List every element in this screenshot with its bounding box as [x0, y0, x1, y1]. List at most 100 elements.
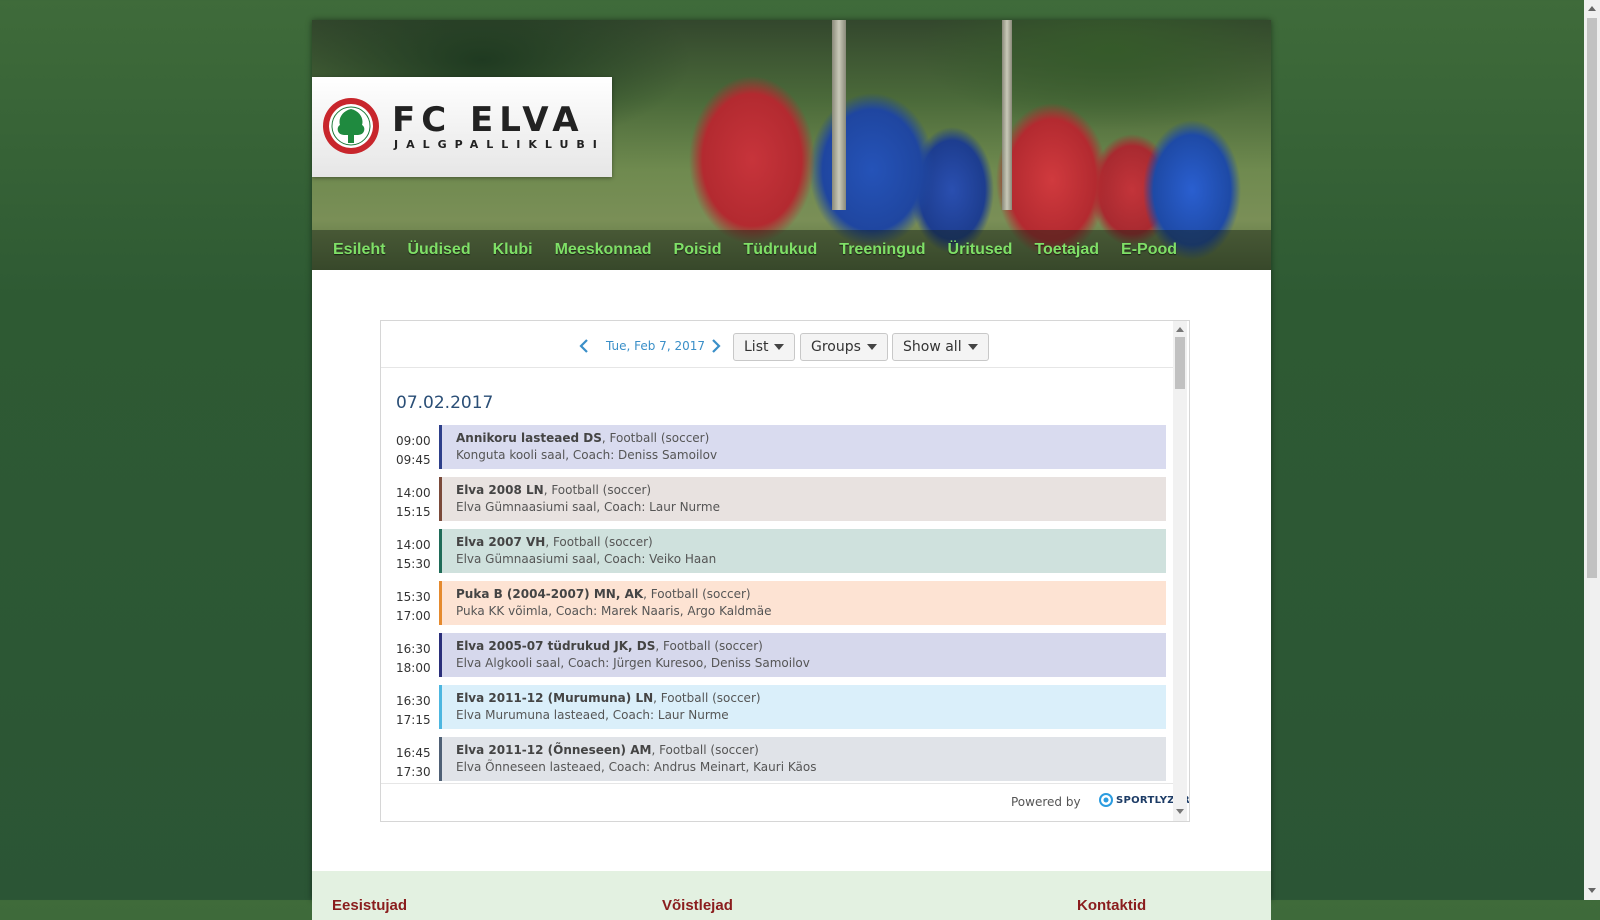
nav-item-esileht[interactable]: Esileht [333, 241, 385, 259]
event-row: 16:45 17:30 Elva 2011-12 (Õnneseen) AM, Fo… [396, 737, 1166, 781]
scroll-down-arrow-icon[interactable] [1176, 809, 1184, 814]
event-details: Elva Gümnaasiumi saal, Coach: Laur Nurme [456, 500, 720, 514]
event-row: 16:30 17:15 Elva 2011-12 (Murumuna) LN, Fo… [396, 685, 1166, 729]
banner-tree-trunk [832, 20, 846, 210]
header-banner: FC ELVA JALGPALLIKLUBI Esileht Üudised K… [312, 20, 1271, 270]
event-card[interactable]: Annikoru lasteaed DS, Football (soccer) K… [439, 425, 1166, 469]
nav-item-treeningud[interactable]: Treeningud [839, 241, 925, 259]
event-group: Puka B (2004-2007) MN, AK [456, 587, 644, 601]
current-date-label[interactable]: Tue, Feb 7, 2017 [606, 339, 705, 353]
show-dropdown[interactable]: Show all [892, 333, 989, 361]
event-title-line: Elva 2007 VH, Football (soccer) [456, 534, 1166, 551]
sportlyzer-icon [1099, 793, 1113, 807]
nav-item-uritused[interactable]: Üritused [948, 241, 1013, 259]
nav-item-poisid[interactable]: Poisid [674, 241, 722, 259]
club-emblem-icon [323, 98, 379, 154]
event-start-time: 16:30 [396, 694, 431, 708]
page-scroll-down-arrow-icon[interactable] [1588, 888, 1596, 893]
nav-item-klubi[interactable]: Klubi [493, 241, 533, 259]
groups-dropdown[interactable]: Groups [800, 333, 888, 361]
powered-by-label: Powered by [1011, 795, 1081, 809]
event-title-line: Elva 2011-12 (Murumuna) LN, Football (so… [456, 690, 1166, 707]
widget-footer: Powered by SPORTLYZER [381, 783, 1189, 821]
event-card[interactable]: Elva 2005-07 tüdrukud JK, DS, Football (… [439, 633, 1166, 677]
chevron-left-icon[interactable] [579, 339, 589, 353]
event-end-time: 17:00 [396, 609, 431, 623]
event-card[interactable]: Elva 2011-12 (Murumuna) LN, Football (so… [439, 685, 1166, 729]
event-sport: , Football (soccer) [651, 743, 759, 757]
nav-item-tudrukud[interactable]: Tüdrukud [744, 241, 818, 259]
event-group: Elva 2008 LN [456, 483, 544, 497]
event-card[interactable]: Puka B (2004-2007) MN, AK, Football (soc… [439, 581, 1166, 625]
event-title-line: Puka B (2004-2007) MN, AK, Football (soc… [456, 586, 1166, 603]
event-sport: , Football (soccer) [601, 431, 710, 445]
event-sport: , Football (soccer) [655, 639, 763, 653]
event-start-time: 09:00 [396, 434, 431, 448]
event-card[interactable]: Elva 2007 VH, Football (soccer) Elva Gümn… [439, 529, 1166, 573]
event-card[interactable]: Elva 2011-12 (Õnneseen) AM, Football (so… [439, 737, 1166, 781]
event-end-time: 17:30 [396, 765, 431, 779]
event-group: Elva 2007 VH [456, 535, 546, 549]
event-sport: , Football (soccer) [643, 587, 751, 601]
event-times: 16:30 17:15 [396, 692, 436, 730]
show-dropdown-label: Show all [903, 339, 962, 355]
event-row: 15:30 17:00 Puka B (2004-2007) MN, AK, Foo… [396, 581, 1166, 625]
event-title-line: Elva 2005-07 tüdrukud JK, DS, Football (… [456, 638, 1166, 655]
schedule-widget: Tue, Feb 7, 2017 List Groups Show all 07… [380, 320, 1190, 822]
event-sport: , Football (soccer) [543, 483, 652, 497]
page-scroll-up-arrow-icon[interactable] [1588, 6, 1596, 11]
event-details: Elva Algkooli saal, Coach: Jürgen Kureso… [456, 656, 810, 670]
event-times: 16:30 18:00 [396, 640, 436, 678]
event-details: Elva Õnneseen lasteaed, Coach: Andrus Me… [456, 760, 817, 774]
logo-name: FC ELVA [392, 100, 585, 140]
event-row: 14:00 15:15 Elva 2008 LN, Football (soccer… [396, 477, 1166, 521]
event-start-time: 16:30 [396, 642, 431, 656]
caret-down-icon [774, 344, 785, 350]
event-start-time: 14:00 [396, 538, 431, 552]
event-end-time: 15:15 [396, 505, 431, 519]
site-logo[interactable]: FC ELVA JALGPALLIKLUBI [312, 77, 612, 177]
event-group: Elva 2005-07 tüdrukud JK, DS [456, 639, 656, 653]
event-end-time: 09:45 [396, 453, 431, 467]
event-title-line: Annikoru lasteaed DS, Football (soccer) [456, 430, 1166, 447]
event-times: 16:45 17:30 [396, 744, 436, 782]
event-times: 15:30 17:00 [396, 588, 436, 626]
event-card[interactable]: Elva 2008 LN, Football (soccer) Elva Gümn… [439, 477, 1166, 521]
view-dropdown[interactable]: List [733, 333, 796, 361]
chevron-right-icon[interactable] [711, 339, 721, 353]
scroll-up-arrow-icon[interactable] [1176, 327, 1184, 332]
logo-subtitle: JALGPALLIKLUBI [394, 138, 605, 151]
caret-down-icon [967, 344, 978, 350]
event-row: 09:00 09:45 Annikoru lasteaed DS, Football… [396, 425, 1166, 469]
event-details: Puka KK võimla, Coach: Marek Naaris, Arg… [456, 604, 772, 618]
footer-section: Eesistujad Võistlejad Kontaktid [312, 871, 1271, 920]
event-times: 14:00 15:15 [396, 484, 436, 522]
event-times: 14:00 15:30 [396, 536, 436, 574]
event-row: 16:30 18:00 Elva 2005-07 tüdrukud JK, DS, … [396, 633, 1166, 677]
event-start-time: 15:30 [396, 590, 431, 604]
event-times: 09:00 09:45 [396, 432, 436, 470]
widget-scrollbar-thumb[interactable] [1175, 337, 1185, 389]
nav-item-epood[interactable]: E-Pood [1121, 241, 1177, 259]
event-end-time: 17:15 [396, 713, 431, 727]
event-group: Elva 2011-12 (Murumuna) LN [456, 691, 654, 705]
schedule-toolbar: Tue, Feb 7, 2017 List Groups Show all [381, 321, 1187, 368]
nav-item-toetajad[interactable]: Toetajad [1034, 241, 1099, 259]
caret-down-icon [866, 344, 877, 350]
event-group: Annikoru lasteaed DS [456, 431, 602, 445]
day-heading: 07.02.2017 [396, 393, 494, 413]
nav-item-uudised[interactable]: Üudised [407, 241, 470, 259]
event-start-time: 14:00 [396, 486, 431, 500]
event-sport: , Football (soccer) [653, 691, 761, 705]
view-dropdown-label: List [744, 339, 769, 355]
event-end-time: 18:00 [396, 661, 431, 675]
widget-scrollbar[interactable] [1173, 321, 1187, 821]
event-details: Elva Murumuna lasteaed, Coach: Laur Nurm… [456, 708, 729, 722]
event-end-time: 15:30 [396, 557, 431, 571]
event-sport: , Football (soccer) [545, 535, 653, 549]
nav-item-meeskonnad[interactable]: Meeskonnad [555, 241, 652, 259]
event-start-time: 16:45 [396, 746, 431, 760]
event-details: Konguta kooli saal, Coach: Deniss Samoil… [456, 448, 718, 462]
event-title-line: Elva 2011-12 (Õnneseen) AM, Football (so… [456, 742, 1166, 759]
page-scrollbar-thumb[interactable] [1587, 18, 1597, 578]
